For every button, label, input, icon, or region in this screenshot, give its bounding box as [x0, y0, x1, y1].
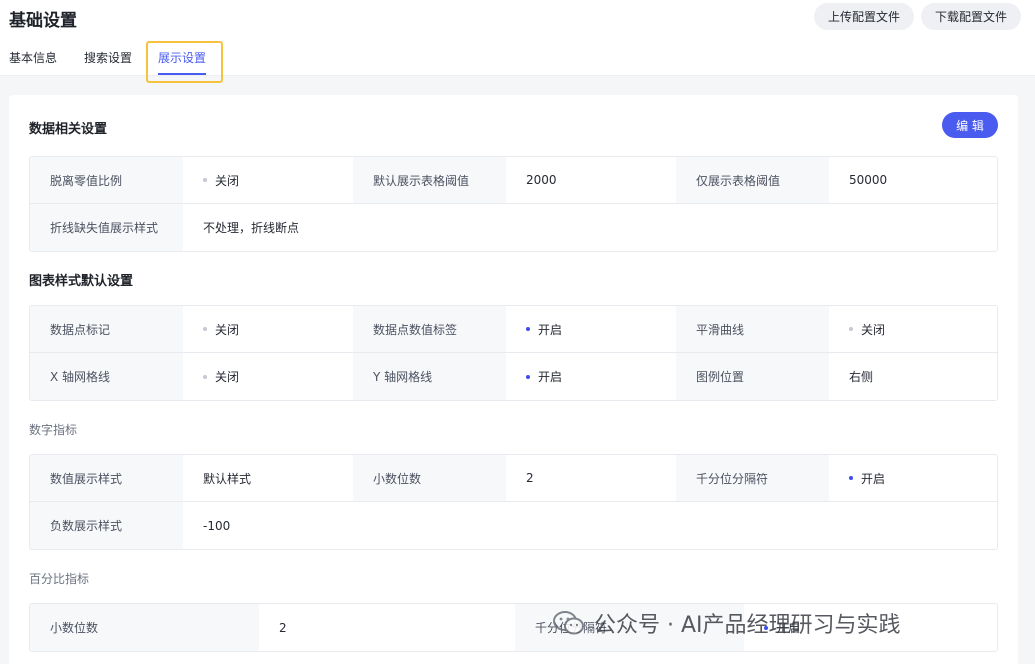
value-cell: 开启 [829, 455, 997, 502]
settings-card: 数据相关设置 编 辑 脱离零值比例 关闭 默认展示表格阈值 2000 仅展示表格… [9, 95, 1018, 664]
status-on-dot [849, 476, 853, 480]
label-cell: 脱离零值比例 [30, 157, 183, 204]
value-cell: 右侧 [829, 353, 997, 400]
label-cell: 仅展示表格阈值 [676, 157, 829, 204]
label-cell: 数据点标记 [30, 306, 183, 353]
value-cell: 开启 [506, 306, 676, 353]
label-cell: 数据点数值标签 [353, 306, 506, 353]
active-tab-indicator [158, 73, 206, 75]
tab-search-settings[interactable]: 搜索设置 [84, 49, 132, 66]
value-cell: 关闭 [829, 306, 997, 353]
value-text: 关闭 [215, 173, 240, 188]
tab-display-settings[interactable]: 展示设置 [158, 49, 206, 66]
label-cell: 折线缺失值展示样式 [30, 204, 183, 251]
data-settings-table: 脱离零值比例 关闭 默认展示表格阈值 2000 仅展示表格阈值 50000 折线… [29, 156, 998, 252]
label-cell: 千分位分隔符 [676, 455, 829, 502]
section-title-number: 数字指标 [29, 423, 78, 437]
value-text: 关闭 [215, 322, 240, 337]
value-text: 开启 [538, 322, 563, 337]
status-on-dot [526, 327, 530, 331]
value-text: 关闭 [215, 370, 240, 384]
label-cell: Y 轴网格线 [353, 353, 506, 400]
value-cell: 开启 [506, 353, 676, 400]
top-bar: 基础设置 上传配置文件 下载配置文件 基本信息 搜索设置 展示设置 [0, 0, 1035, 76]
label-cell: 负数展示样式 [30, 502, 183, 549]
status-off-dot [203, 327, 207, 331]
label-cell: 图例位置 [676, 353, 829, 400]
value-cell: 2000 [506, 157, 676, 204]
number-settings-table: 数值展示样式 默认样式 小数位数 2 千分位分隔符 开启 负数展示样式 -100 [29, 454, 998, 550]
download-config-button[interactable]: 下载配置文件 [921, 3, 1021, 30]
section-title-percent: 百分比指标 [29, 572, 90, 586]
section-title-data: 数据相关设置 [29, 122, 108, 137]
edit-button[interactable]: 编 辑 [942, 112, 998, 138]
status-off-dot [203, 178, 207, 182]
value-cell: 关闭 [183, 306, 353, 353]
chart-settings-table: 数据点标记 关闭 数据点数值标签 开启 平滑曲线 关闭 X 轴网格线 关闭 Y … [29, 305, 998, 401]
tab-basic-info[interactable]: 基本信息 [9, 49, 57, 66]
value-cell: 不处理，折线断点 [183, 204, 997, 251]
value-cell: 默认样式 [183, 455, 353, 502]
value-cell: -100 [183, 502, 997, 549]
value-text: 开启 [538, 370, 563, 384]
status-on-dot [526, 374, 530, 379]
label-cell: 默认展示表格阈值 [353, 157, 506, 204]
label-cell: X 轴网格线 [30, 353, 183, 400]
value-cell: 关闭 [183, 353, 353, 400]
label-cell: 小数位数 [30, 604, 259, 651]
status-off-dot [849, 327, 853, 331]
label-cell: 平滑曲线 [676, 306, 829, 353]
settings-tabs: 基本信息 搜索设置 展示设置 [0, 40, 400, 76]
value-text: 开启 [861, 471, 886, 486]
watermark-text: 公众号 · AI产品经理研习与实践 [594, 613, 901, 638]
watermark: 公众号 · AI产品经理研习与实践 [552, 607, 901, 639]
upload-config-button[interactable]: 上传配置文件 [814, 3, 914, 30]
label-cell: 小数位数 [353, 455, 506, 502]
status-off-dot [203, 374, 207, 379]
label-cell: 数值展示样式 [30, 455, 183, 502]
page-title: 基础设置 [9, 11, 77, 31]
wechat-icon [552, 610, 586, 636]
value-text: 关闭 [861, 322, 886, 337]
value-cell: 2 [259, 604, 515, 651]
value-cell: 关闭 [183, 157, 353, 204]
section-title-chart: 图表样式默认设置 [29, 274, 134, 289]
value-cell: 50000 [829, 157, 997, 204]
value-cell: 2 [506, 455, 676, 502]
